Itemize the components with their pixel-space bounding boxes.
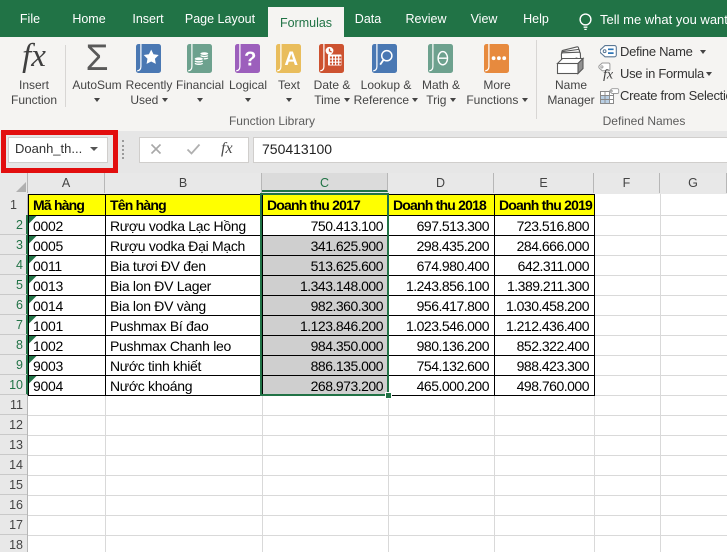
svg-text:?: ? bbox=[244, 49, 256, 71]
svg-text:fx: fx bbox=[603, 68, 614, 82]
svg-text:A: A bbox=[284, 49, 298, 70]
